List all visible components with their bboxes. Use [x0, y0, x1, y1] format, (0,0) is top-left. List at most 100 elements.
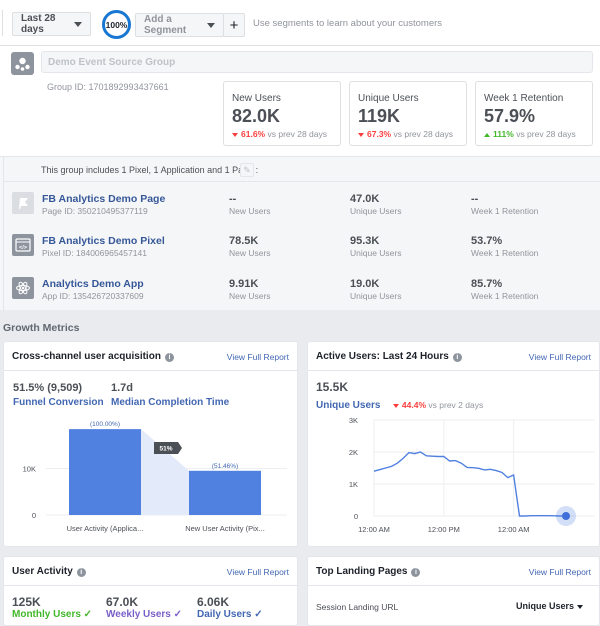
metric-value: 19.0K: [350, 278, 380, 290]
sample-percentage-label: 100%: [105, 19, 128, 30]
source-id: App ID: 135426720337609: [42, 291, 144, 301]
kpi-change-suffix: vs prev 28 days: [516, 129, 576, 139]
stat-label[interactable]: Daily Users ✓: [197, 609, 263, 620]
active-users-value: 15.5K: [316, 380, 349, 394]
kpi-value: 57.9%: [484, 106, 536, 126]
user-activity-stat: 67.0K Weekly Users ✓: [106, 595, 182, 620]
card-title: User Activity i: [12, 566, 86, 577]
source-row: </> FB Analytics Demo Pixel Pixel ID: 18…: [0, 234, 600, 276]
metric-label: New Users: [229, 248, 271, 258]
metric-label: Week 1 Retention: [471, 291, 539, 301]
x-tick-label: 12:00 AM: [358, 525, 390, 534]
card-title-text: Top Landing Pages: [316, 566, 408, 577]
kpi-value: 82.0K: [232, 106, 281, 126]
metric-label: Week 1 Retention: [471, 206, 539, 216]
card-title: Cross-channel user acquisition i: [12, 351, 174, 362]
top-landing-pages-card: Top Landing Pages i View Full Report Sess…: [307, 556, 600, 626]
view-full-report-link[interactable]: View Full Report: [529, 567, 591, 577]
caret-down-icon: [577, 605, 583, 609]
bar: [69, 429, 141, 515]
caret-down-icon: [74, 21, 82, 27]
funnel-conversion-value: 51.5% (9,509): [13, 382, 83, 394]
source-id: Page ID: 350210495377119: [42, 206, 148, 216]
view-full-report-link[interactable]: View Full Report: [227, 352, 289, 362]
arrow-up-icon: [484, 132, 490, 137]
info-icon[interactable]: i: [411, 568, 421, 577]
column-header-landing-url: Session Landing URL: [316, 602, 399, 612]
card-header: Top Landing Pages i View Full Report: [308, 557, 599, 586]
median-completion-value: 1.7d: [111, 382, 134, 394]
info-icon[interactable]: i: [164, 353, 174, 362]
info-icon[interactable]: i: [76, 568, 86, 577]
metric-value: --: [471, 193, 479, 205]
sample-percentage-ring[interactable]: 100%: [102, 10, 131, 39]
metric-unique-users: 47.0K Unique Users: [350, 193, 402, 216]
metric-new-users: 9.91K New Users: [229, 278, 271, 301]
metric-value: 9.91K: [229, 278, 259, 290]
acquisition-card: Cross-channel user acquisition i View Ful…: [3, 341, 298, 547]
divider: [2, 10, 3, 36]
stat-label[interactable]: Monthly Users ✓: [12, 609, 92, 620]
add-segment-button[interactable]: +: [223, 13, 245, 37]
card-title: Top Landing Pages i: [316, 566, 421, 577]
active-users-card: Active Users: Last 24 Hours i View Full R…: [307, 341, 600, 547]
median-completion-label[interactable]: Median Completion Time: [111, 397, 229, 408]
kpi-change-value: 111%: [493, 129, 514, 139]
group-icon: [11, 52, 34, 75]
card-header: Cross-channel user acquisition i View Ful…: [4, 342, 297, 371]
card-header: Active Users: Last 24 Hours i View Full R…: [308, 342, 599, 371]
bar: [189, 470, 261, 515]
y-tick-label: 2K: [349, 448, 358, 457]
y-tick-label: 0: [32, 511, 36, 520]
funnel-connector: [141, 429, 189, 515]
card-title-text: Cross-channel user acquisition: [12, 351, 161, 362]
edit-pencil-icon[interactable]: ✎: [240, 163, 254, 177]
metric-retention: 85.7% Week 1 Retention: [471, 278, 538, 301]
atom-icon: [12, 277, 34, 299]
metric-new-users: -- New Users: [229, 193, 271, 216]
card-header: User Activity i View Full Report: [4, 557, 297, 586]
plus-icon: +: [229, 16, 239, 34]
kpi-unique-users: Unique Users 119K 67.3% vs prev 28 days: [349, 81, 467, 146]
x-tick-label: New User Activity (Pix...: [185, 524, 265, 533]
funnel-conversion-label[interactable]: Funnel Conversion: [13, 397, 104, 408]
group-id: Group ID: 1701892993437661: [47, 82, 169, 92]
kpi-week1-retention: Week 1 Retention 57.9% 111% vs prev 28 d…: [475, 81, 593, 146]
metric-new-users: 78.5K New Users: [229, 235, 271, 258]
toolbar: Last 28 days 100% Add a Segment + Use se…: [0, 0, 600, 46]
date-range-dropdown[interactable]: Last 28 days: [12, 12, 91, 36]
event-source-group: Demo Event Source Group Group ID: 170189…: [0, 46, 600, 156]
flag-icon: [12, 192, 34, 214]
kpi-label: Unique Users: [358, 93, 419, 104]
growth-metrics-heading: Growth Metrics: [3, 322, 80, 334]
x-tick-label: 12:00 AM: [498, 525, 530, 534]
source-name-link[interactable]: Analytics Demo App: [42, 278, 144, 290]
column-header-unique-users: Unique Users: [515, 601, 574, 611]
source-name-link[interactable]: FB Analytics Demo Page: [42, 193, 165, 205]
arrow-down-icon: [232, 132, 238, 137]
bar-data-label: (100.00%): [90, 421, 120, 428]
stat-label[interactable]: Weekly Users ✓: [106, 609, 182, 620]
stat-value: 125K: [12, 595, 41, 609]
stat-value: 6.06K: [197, 595, 230, 609]
y-tick-label: 3K: [349, 416, 358, 425]
kpi-change-suffix: vs prev 28 days: [267, 129, 328, 139]
card-title-text: User Activity: [12, 566, 73, 577]
kpi-change-value: 61.6%: [241, 129, 266, 139]
view-full-report-link[interactable]: View Full Report: [227, 567, 289, 577]
metric-retention: -- Week 1 Retention: [471, 193, 538, 216]
y-tick-label: 1K: [349, 480, 358, 489]
metric-unique-users: 95.3K Unique Users: [350, 235, 402, 258]
view-full-report-link[interactable]: View Full Report: [529, 352, 591, 362]
event-sources-list: This group includes 1 Pixel, 1 Applicati…: [0, 156, 600, 311]
group-name-input[interactable]: Demo Event Source Group: [41, 51, 593, 73]
unique-users-sort-dropdown[interactable]: Unique Users: [516, 601, 583, 611]
date-range-label: Last 28 days: [21, 13, 56, 35]
source-name-link[interactable]: FB Analytics Demo Pixel: [42, 235, 165, 247]
metric-label: Week 1 Retention: [471, 248, 539, 258]
add-segment-dropdown[interactable]: Add a Segment: [135, 13, 224, 37]
svg-text:</>: </>: [19, 245, 27, 251]
info-icon[interactable]: i: [452, 353, 462, 362]
stat-value: 67.0K: [106, 595, 139, 609]
kpi-label: Week 1 Retention: [484, 93, 564, 104]
